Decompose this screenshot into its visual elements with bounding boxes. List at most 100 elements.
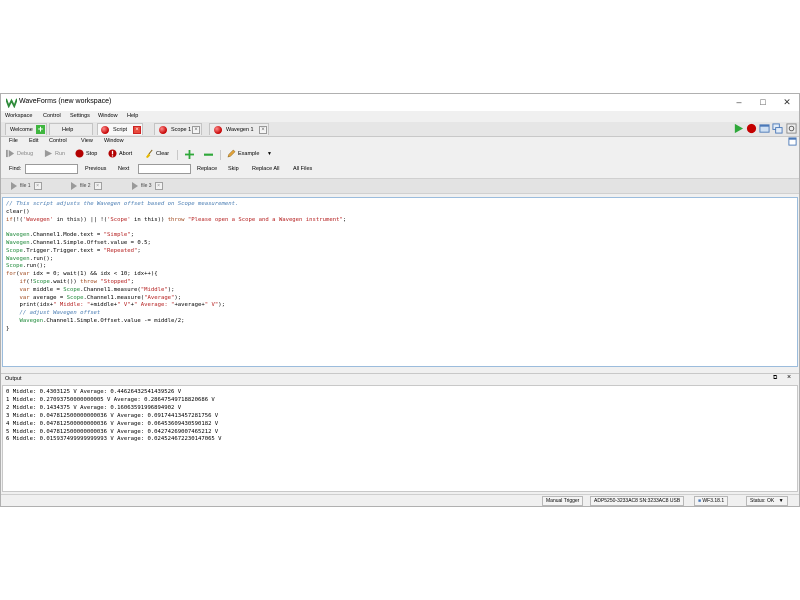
tab-wavegen-1[interactable]: Wavegen 1 ×	[209, 123, 269, 135]
close-file-icon[interactable]: ×	[154, 181, 163, 190]
code-line[interactable]: var average = Scope.Channel1.measure("Av…	[6, 295, 797, 303]
output-line: 1 Middle: 0.27093750000000005 V Average:…	[6, 396, 215, 403]
example-dropdown[interactable]: Example ▼	[227, 149, 272, 160]
close-tab-icon[interactable]: ×	[192, 126, 200, 134]
code-editor[interactable]: // This script adjusts the Wavegen offse…	[2, 197, 798, 367]
code-token: Scope	[6, 263, 23, 270]
script-menu-control[interactable]: Control	[49, 138, 67, 144]
code-token: .Trigger.Trigger.text =	[22, 247, 104, 254]
device-settings-icon[interactable]	[786, 123, 797, 134]
code-token: ;	[342, 216, 347, 223]
code-line[interactable]: Scope.run();	[6, 263, 797, 271]
code-token: Scope	[66, 294, 84, 301]
maximize-icon[interactable]: □	[751, 94, 775, 111]
code-token: "Stopped"	[100, 278, 131, 285]
tab-welcome[interactable]: Welcome +	[5, 123, 47, 135]
replace-all-button[interactable]: Replace All	[252, 166, 280, 172]
detach-icon[interactable]	[788, 137, 797, 146]
code-token: average =	[29, 294, 67, 301]
device-status[interactable]: ADP5250-3233AC8 SN:3233AC8 USB	[590, 496, 685, 506]
record-icon	[159, 126, 167, 134]
script-menu-file[interactable]: File	[9, 138, 18, 144]
play-icon[interactable]	[71, 181, 77, 190]
run-button[interactable]: Run	[44, 149, 65, 160]
clear-button[interactable]: Clear	[145, 149, 169, 160]
script-menu-bar: File Edit Control View Window	[1, 137, 799, 146]
close-file-icon[interactable]: ×	[33, 181, 42, 190]
all-files-button[interactable]: All Files	[293, 166, 312, 172]
output-console[interactable]: 0 Middle: 0.4303125 V Average: 0.4462643…	[2, 385, 798, 492]
skip-button[interactable]: Skip	[228, 166, 239, 172]
close-tab-icon[interactable]: ×	[133, 126, 141, 134]
code-token: ;	[137, 247, 141, 254]
stop-button[interactable]: Stop	[75, 149, 97, 160]
code-line[interactable]: // adjust Wavegen offset	[6, 310, 797, 318]
code-token: in this))	[130, 216, 168, 223]
script-menu-view[interactable]: View	[81, 138, 93, 144]
close-panel-icon[interactable]: ×	[787, 374, 791, 381]
debug-button[interactable]: Debug	[6, 149, 33, 160]
code-line[interactable]: clear()	[6, 209, 797, 217]
code-line[interactable]: print(idx+" Middle: "+middle+" V"+" Aver…	[6, 302, 797, 310]
status-indicator[interactable]: Status: OK ▼	[746, 496, 788, 506]
close-file-icon[interactable]: ×	[93, 181, 102, 190]
record-icon	[214, 126, 222, 134]
menu-workspace[interactable]: Workspace	[5, 113, 32, 119]
abort-button[interactable]: Abort	[108, 149, 132, 160]
code-line[interactable]: if(!('Wavegen' in this)) || !('Scope' in…	[6, 217, 797, 225]
version-status[interactable]: ■ WF3.18.1	[694, 496, 729, 506]
chevron-down-icon: ▼	[778, 498, 784, 504]
add-file-icon[interactable]	[185, 150, 194, 159]
code-line[interactable]	[6, 224, 797, 232]
close-icon[interactable]: ✕	[775, 94, 799, 111]
code-token: 'Wavegen'	[22, 216, 54, 223]
stop-all-icon[interactable]	[746, 123, 757, 134]
tab-help[interactable]: Help	[49, 123, 93, 135]
play-icon[interactable]	[132, 181, 138, 190]
replace-input[interactable]	[138, 164, 191, 174]
code-line[interactable]: if(!Scope.wait()) throw "Stopped";	[6, 279, 797, 287]
run-all-icon[interactable]	[733, 123, 744, 134]
minimize-icon[interactable]: –	[727, 94, 751, 111]
script-menu-edit[interactable]: Edit	[29, 138, 38, 144]
menu-help[interactable]: Help	[127, 113, 138, 119]
file-tab-3[interactable]: file 3 ×	[132, 181, 163, 191]
code-line[interactable]: var middle = Scope.Channel1.measure("Mid…	[6, 287, 797, 295]
remove-file-icon[interactable]	[204, 150, 213, 159]
stop-icon	[75, 149, 84, 158]
dock-icon[interactable]	[759, 123, 770, 134]
code-line[interactable]: Wavegen.run();	[6, 256, 797, 264]
file-tab-2[interactable]: file 2 ×	[71, 181, 102, 191]
code-line[interactable]: }	[6, 326, 797, 334]
code-token: throw	[167, 216, 185, 223]
output-line: 2 Middle: 0.1434375 V Average: 0.1606359…	[6, 404, 182, 411]
manual-trigger-button[interactable]: Manual Trigger	[542, 496, 584, 506]
script-menu-window[interactable]: Window	[104, 138, 124, 144]
tab-scope-1[interactable]: Scope 1 ×	[154, 123, 202, 135]
code-token: +middle+	[90, 302, 118, 309]
close-tab-icon[interactable]: ×	[259, 126, 267, 134]
code-line[interactable]: Scope.Trigger.Trigger.text = "Repeated";	[6, 248, 797, 256]
file-tab-1[interactable]: file 1 ×	[11, 181, 42, 191]
menu-control[interactable]: Control	[43, 113, 61, 119]
next-button[interactable]: Next	[118, 166, 129, 172]
find-input[interactable]	[25, 164, 78, 174]
add-tab-icon[interactable]: +	[36, 125, 45, 134]
replace-button[interactable]: Replace	[197, 166, 217, 172]
code-line[interactable]: Wavegen.Channel1.Simple.Offset.value = 0…	[6, 240, 797, 248]
output-line: 5 Middle: 0.047812500000000036 V Average…	[6, 428, 219, 435]
tab-script[interactable]: Script ×	[97, 123, 143, 135]
code-line[interactable]: Wavegen.Channel1.Simple.Offset.value -= …	[6, 318, 797, 326]
menu-settings[interactable]: Settings	[70, 113, 90, 119]
code-line[interactable]: Wavegen.Channel1.Mode.text = "Simple";	[6, 232, 797, 240]
menu-window[interactable]: Window	[98, 113, 118, 119]
play-icon[interactable]	[11, 181, 17, 190]
code-token: " V"	[204, 302, 219, 309]
previous-button[interactable]: Previous	[85, 166, 106, 172]
float-panel-icon[interactable]: ⧉	[773, 375, 777, 382]
code-line[interactable]: // This script adjusts the Wavegen offse…	[6, 201, 797, 209]
code-token: .wait())	[49, 278, 81, 285]
code-token: Wavegen	[19, 317, 44, 324]
code-line[interactable]: for(var idx = 0; wait(1) && idx < 10; id…	[6, 271, 797, 279]
windows-icon[interactable]	[772, 123, 783, 134]
